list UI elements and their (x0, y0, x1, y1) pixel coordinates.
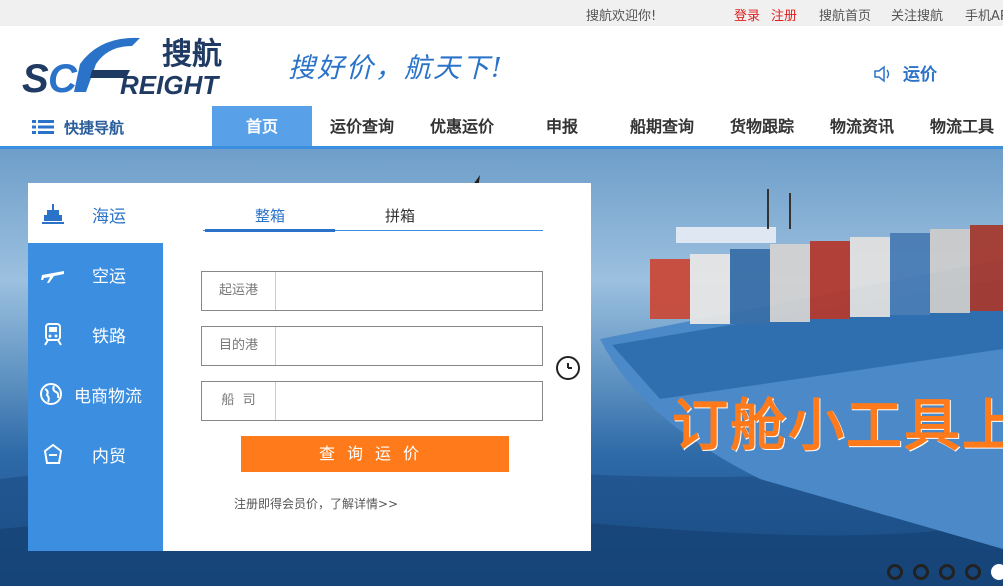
tab-lcl[interactable]: 拼箱 (335, 205, 465, 231)
carrier-field: 船 司 (201, 381, 543, 421)
login-link[interactable]: 登录 (734, 5, 760, 24)
welcome-text: 搜航欢迎你! (586, 9, 657, 24)
menu-icon (32, 120, 54, 134)
freight-rate-label: 运价 (903, 65, 937, 85)
sidebar-item-rail[interactable]: 铁路 (28, 303, 163, 363)
destination-port-field: 目的港 (201, 326, 543, 366)
query-rates-button[interactable]: 查询运价 (241, 436, 509, 472)
origin-port-input[interactable] (277, 272, 541, 310)
cargo-ship-icon (42, 204, 64, 224)
nav-declaration[interactable]: 申报 (512, 106, 612, 148)
sidebar-item-air[interactable]: 空运 (28, 243, 163, 303)
tab-fcl[interactable]: 整箱 (205, 205, 335, 232)
nav-discount-rates[interactable]: 优惠运价 (412, 106, 512, 148)
nav-logistics-news[interactable]: 物流资讯 (812, 106, 912, 148)
destination-port-label: 目的港 (202, 327, 276, 365)
freight-rate-announcement[interactable]: 运价 (873, 60, 937, 85)
site-header: S C REIGHT 搜航 搜好价，航天下! 运价 (0, 26, 1003, 106)
carrier-label: 船 司 (202, 382, 276, 420)
slogan: 搜好价，航天下! (288, 53, 504, 84)
logo-s-text: S (22, 57, 49, 98)
carousel-dot[interactable] (913, 564, 929, 580)
carrier-input[interactable] (277, 382, 541, 420)
sidebar-label-domestic: 内贸 (92, 447, 126, 467)
search-panel: 海运 空运 铁路 电商物流 内贸 整箱 拼箱 起运港 目的港 船 司 查询运价 … (28, 183, 591, 551)
sidebar-item-sea[interactable]: 海运 (28, 183, 163, 243)
carousel-dot[interactable] (939, 564, 955, 580)
banner-promo-text: 订舱小工具上 (672, 394, 1003, 459)
mobile-app-link[interactable]: 手机APP (965, 5, 1003, 24)
follow-link[interactable]: 关注搜航 (891, 5, 943, 24)
carousel-dot[interactable] (965, 564, 981, 580)
nav-logistics-tools[interactable]: 物流工具 (912, 106, 1003, 148)
nav-rate-search[interactable]: 运价查询 (312, 106, 412, 148)
airplane-icon (41, 271, 64, 283)
carousel-dot[interactable] (887, 564, 903, 580)
register-link[interactable]: 注册 (771, 5, 797, 24)
carousel-dot-active[interactable] (991, 564, 1003, 580)
register-tip-link[interactable]: 注册即得会员价，了解详情>> (234, 495, 398, 512)
train-icon (44, 323, 62, 346)
clock-icon[interactable] (556, 356, 580, 380)
destination-port-input[interactable] (277, 327, 541, 365)
nav-schedule-search[interactable]: 船期查询 (612, 106, 712, 148)
domestic-trade-icon (43, 443, 63, 464)
speaker-icon (874, 65, 890, 83)
globe-icon (40, 383, 62, 405)
quick-nav-button[interactable]: 快捷导航 (32, 117, 124, 138)
nav-cargo-tracking[interactable]: 货物跟踪 (712, 106, 812, 148)
transport-mode-sidebar: 海运 空运 铁路 电商物流 内贸 (28, 183, 163, 551)
origin-port-field: 起运港 (201, 271, 543, 311)
top-bar: 搜航欢迎你! 登录 注册 搜航首页 关注搜航 手机APP (0, 0, 1003, 26)
logo-c-text: C (48, 57, 78, 98)
sidebar-label-ecommerce: 电商物流 (74, 387, 142, 407)
main-nav: 快捷导航 首页 运价查询 优惠运价 申报 船期查询 货物跟踪 物流资讯 物流工具 (0, 106, 1003, 148)
origin-port-label: 起运港 (202, 272, 276, 310)
sidebar-item-ecommerce[interactable]: 电商物流 (28, 363, 163, 423)
sofreight-logo[interactable]: S C REIGHT 搜航 (22, 34, 242, 98)
logo-cn-text: 搜航 (162, 37, 222, 72)
nav-home[interactable]: 首页 (212, 106, 312, 148)
quick-nav-label: 快捷导航 (64, 119, 125, 137)
container-type-tabs: 整箱 拼箱 (203, 205, 543, 232)
home-link[interactable]: 搜航首页 (819, 5, 871, 24)
sidebar-label-rail: 铁路 (92, 327, 126, 347)
sidebar-label-air: 空运 (92, 267, 126, 287)
sidebar-item-domestic[interactable]: 内贸 (28, 423, 163, 483)
logo-reight-text: REIGHT (120, 70, 220, 98)
sidebar-label-sea: 海运 (92, 207, 126, 227)
